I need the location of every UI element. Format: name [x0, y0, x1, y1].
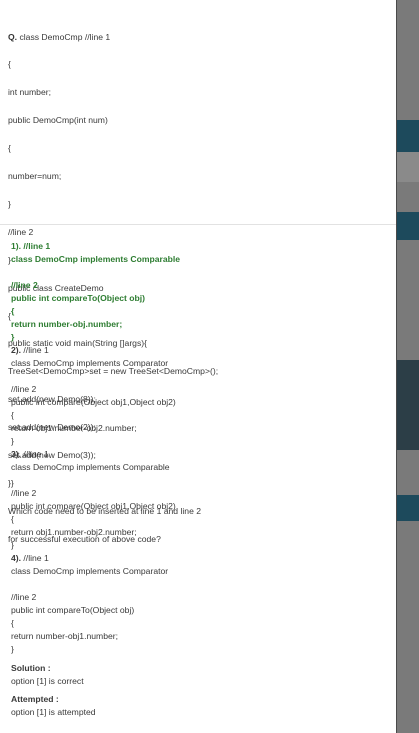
divider [0, 224, 396, 225]
option-line: } [11, 332, 15, 342]
question-line: Q. class DemoCmp //line 1 [8, 31, 388, 42]
option-line: } [11, 436, 14, 446]
option-line: 1). //line 1 [11, 240, 391, 253]
attempted-label: Attempted : [11, 694, 59, 704]
option-line: public int compare(Object obj1,Object ob… [11, 397, 176, 407]
option-line-text: //line 1 [21, 449, 49, 459]
question-line-text: class DemoCmp //line 1 [17, 31, 111, 42]
option-line: //line 2 [11, 384, 37, 394]
background-band [396, 212, 419, 240]
question-review-panel: Q. class DemoCmp //line 1 { int number; … [0, 0, 397, 733]
option-1: 1). //line 1 class DemoCmp implements Co… [11, 240, 391, 344]
option-spacer [11, 266, 391, 279]
option-line: { [11, 410, 14, 420]
option-line: { [11, 514, 14, 524]
option-line-text: //line 1 [21, 345, 49, 355]
solution-label: Solution : [11, 663, 51, 673]
option-line: } [11, 644, 14, 654]
option-line: 2). //line 1 [11, 344, 391, 357]
option-number: 4). [11, 553, 22, 563]
attempted-section: Attempted : option [1] is attempted [11, 693, 391, 718]
option-line: class DemoCmp implements Comparable [11, 254, 181, 264]
option-line: { [11, 306, 15, 316]
option-line: class DemoCmp implements Comparator [11, 358, 169, 368]
option-number: 2). [11, 345, 22, 355]
option-line: return number-obj.number; [11, 319, 123, 329]
question-line: number=num; [8, 171, 62, 182]
option-2: 2). //line 1 class DemoCmp implements Co… [11, 344, 391, 448]
question-line: //line 2 [8, 226, 34, 237]
option-line: //line 2 [11, 592, 37, 602]
solution-text: option [1] is correct [11, 675, 84, 686]
option-line: 4). //line 1 [11, 552, 391, 565]
attempted-text: option [1] is attempted [11, 706, 96, 717]
option-line: public int compareTo(Object obj) [11, 293, 145, 303]
question-line: public DemoCmp(int num) [8, 115, 108, 126]
option-line: //line 2 [11, 488, 37, 498]
option-line: return number-obj1.number; [11, 631, 118, 641]
option-line: { [11, 618, 14, 628]
option-line-text: //line 1 [21, 553, 49, 563]
option-spacer [11, 578, 391, 591]
option-line: public int compareTo(Object obj) [11, 605, 135, 615]
option-number: 3). [11, 449, 22, 459]
option-line: return obj1.number-obj2.number; [11, 527, 137, 537]
option-line: class DemoCmp implements Comparable [11, 462, 170, 472]
question-line: } [8, 198, 11, 209]
option-spacer [11, 474, 391, 487]
background-band [396, 360, 419, 450]
background-band [396, 120, 419, 152]
background-band [396, 495, 419, 521]
solution-section: Solution : option [1] is correct [11, 662, 391, 687]
option-number: 1). [11, 241, 22, 251]
option-line: class DemoCmp implements Comparator [11, 566, 169, 576]
background-band [396, 152, 419, 182]
options-list: 1). //line 1 class DemoCmp implements Co… [11, 240, 391, 718]
option-line: return obj1.number-obj2.number; [11, 423, 137, 433]
question-prefix: Q. [8, 31, 18, 42]
option-spacer [11, 370, 391, 383]
option-3: 3). //line 1 class DemoCmp implements Co… [11, 448, 391, 552]
question-line: { [8, 59, 11, 70]
option-line: } [11, 540, 14, 550]
option-line: //line 2 [11, 280, 38, 290]
option-line: public int compare(Object obj1,Object ob… [11, 501, 176, 511]
question-line: int number; [8, 87, 51, 98]
option-line-text: //line 1 [21, 241, 51, 251]
option-line: 3). //line 1 [11, 448, 391, 461]
option-4: 4). //line 1 class DemoCmp implements Co… [11, 552, 391, 656]
question-line: { [8, 143, 11, 154]
